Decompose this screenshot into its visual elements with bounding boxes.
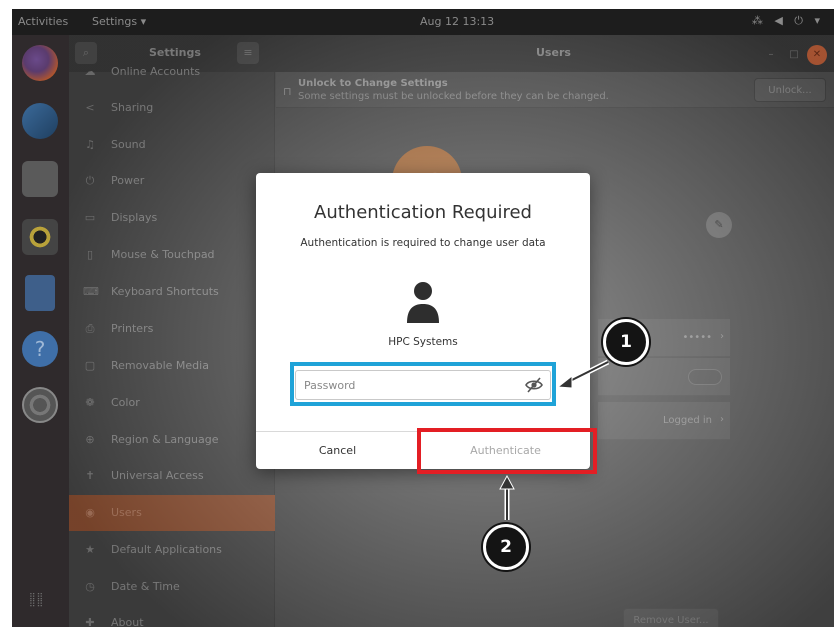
sidebar-item-label: Sound [111,138,146,151]
dialog-subtitle: Authentication is required to change use… [300,237,546,249]
step-badge-2: 2 [483,524,529,570]
mouse-icon: ▯ [86,248,94,261]
printer-icon: ⎙ [85,322,95,335]
maximize-icon[interactable]: □ [784,45,804,65]
minimize-icon[interactable]: – [761,45,781,65]
top-bar: Activities Settings ▾ Aug 12 13:13 ⁂ ◀ ⏻… [12,9,834,35]
sidebar-item-label: Color [111,396,140,409]
close-icon[interactable]: ✕ [807,45,827,65]
clock[interactable]: Aug 12 13:13 [420,15,494,28]
password-value: ••••• [682,332,713,343]
unlock-subtitle: Some settings must be unlocked before th… [298,91,609,102]
sidebar-item-online-accounts[interactable]: ☁ Online Accounts [69,54,275,90]
sidebar-item-sound[interactable]: ♫ Sound [69,127,275,163]
clock-icon: ◷ [85,580,95,593]
authentication-dialog: Authentication Required Authentication i… [256,173,590,470]
star-icon: ★ [85,543,95,556]
cancel-button[interactable]: Cancel [256,432,420,470]
lock-icon: ⊓ [283,85,292,98]
help-icon[interactable]: ? [22,331,58,367]
writer-icon[interactable] [25,275,55,311]
unlock-infobar: ⊓ Unlock to Change Settings Some setting… [276,72,834,108]
step-badge-1: 1 [603,319,649,365]
share-icon: < [85,101,95,114]
sidebar-item-label: Removable Media [111,359,209,372]
plus-icon: ✚ [85,616,95,627]
sidebar-item-label: Users [111,506,142,519]
system-tray[interactable]: ⁂ ◀ ⏻ ▾ [752,14,824,28]
sidebar-item-label: Default Applications [111,543,222,556]
unlock-button[interactable]: Unlock... [754,78,826,102]
sidebar-item-about[interactable]: ✚ About [69,605,275,627]
sidebar-item-keyboard-shortcuts[interactable]: ⌨ Keyboard Shortcuts [69,274,275,310]
sidebar-item-label: Sharing [111,101,154,114]
users-icon: ◉ [85,506,95,519]
sidebar-item-default-applications[interactable]: ★ Default Applications [69,532,275,568]
sidebar-item-label: Power [111,174,145,187]
thunderbird-icon[interactable] [22,103,58,139]
sidebar-item-label: Keyboard Shortcuts [111,285,219,298]
sidebar-item-printers[interactable]: ⎙ Printers [69,311,275,347]
account-activity-row[interactable]: Logged in › [598,402,730,440]
chevron-right-icon: › [720,331,724,342]
sidebar-item-universal-access[interactable]: ✝ Universal Access [69,458,275,494]
color-icon: ❁ [85,396,95,409]
sidebar-item-label: Universal Access [111,469,204,482]
sidebar-item-date-time[interactable]: ◷ Date & Time [69,569,275,605]
user-avatar-icon [407,282,439,323]
sidebar-item-label: Displays [111,211,158,224]
authenticate-highlight-box [417,428,597,474]
password-highlight-box [290,362,556,406]
unlock-title: Unlock to Change Settings [298,78,448,89]
sidebar-item-removable-media[interactable]: ▢ Removable Media [69,348,275,384]
settings-gear-icon[interactable] [22,387,58,423]
sidebar-item-region-language[interactable]: ⊕ Region & Language [69,422,275,458]
power-icon: ⏻ [85,174,95,187]
globe-icon: ⊕ [85,433,95,446]
automatic-login-toggle[interactable] [688,369,722,385]
dock: ? ⠿⠿ ⠿⠿ [12,35,69,627]
music-note-icon: ♫ [85,138,95,151]
sidebar-item-sharing[interactable]: < Sharing [69,90,275,126]
firefox-icon[interactable] [22,45,58,81]
sidebar-item-label: Region & Language [111,433,219,446]
files-icon[interactable] [22,161,58,197]
panel-title: Users [536,46,571,59]
media-icon: ▢ [84,359,96,372]
edit-pencil-icon[interactable]: ✎ [706,212,732,238]
activities-button[interactable]: Activities [18,15,68,28]
chevron-right-icon: › [720,414,724,425]
sidebar-item-mouse-touchpad[interactable]: ▯ Mouse & Touchpad [69,237,275,273]
dialog-user-name: HPC Systems [388,336,458,348]
show-applications-icon[interactable]: ⠿⠿ ⠿⠿ [29,594,51,617]
sidebar-item-power[interactable]: ⏻ Power [69,163,275,199]
last-login-value: Logged in [662,415,712,426]
cloud-icon: ☁ [84,65,96,78]
sidebar-item-color[interactable]: ❁ Color [69,385,275,421]
app-menu[interactable]: Settings ▾ [92,15,146,28]
remove-user-button[interactable]: Remove User... [623,608,719,627]
sidebar-item-label: About [111,616,144,627]
sidebar-item-displays[interactable]: ▭ Displays [69,200,275,236]
sidebar-item-users[interactable]: ◉ Users [69,495,275,531]
display-icon: ▭ [84,211,96,224]
sidebar: ☁ Online Accounts < Sharing ♫ Sound ⏻ Po… [69,65,275,627]
accessibility-icon: ✝ [85,469,95,482]
rhythmbox-icon[interactable] [22,219,58,255]
keyboard-icon: ⌨ [83,285,99,298]
dialog-title: Authentication Required [314,202,532,223]
sidebar-item-label: Mouse & Touchpad [111,248,215,261]
sidebar-item-label: Date & Time [111,580,180,593]
window-controls: – □ ✕ [758,42,828,65]
sidebar-item-label: Printers [111,322,154,335]
sidebar-item-label: Online Accounts [111,65,201,78]
